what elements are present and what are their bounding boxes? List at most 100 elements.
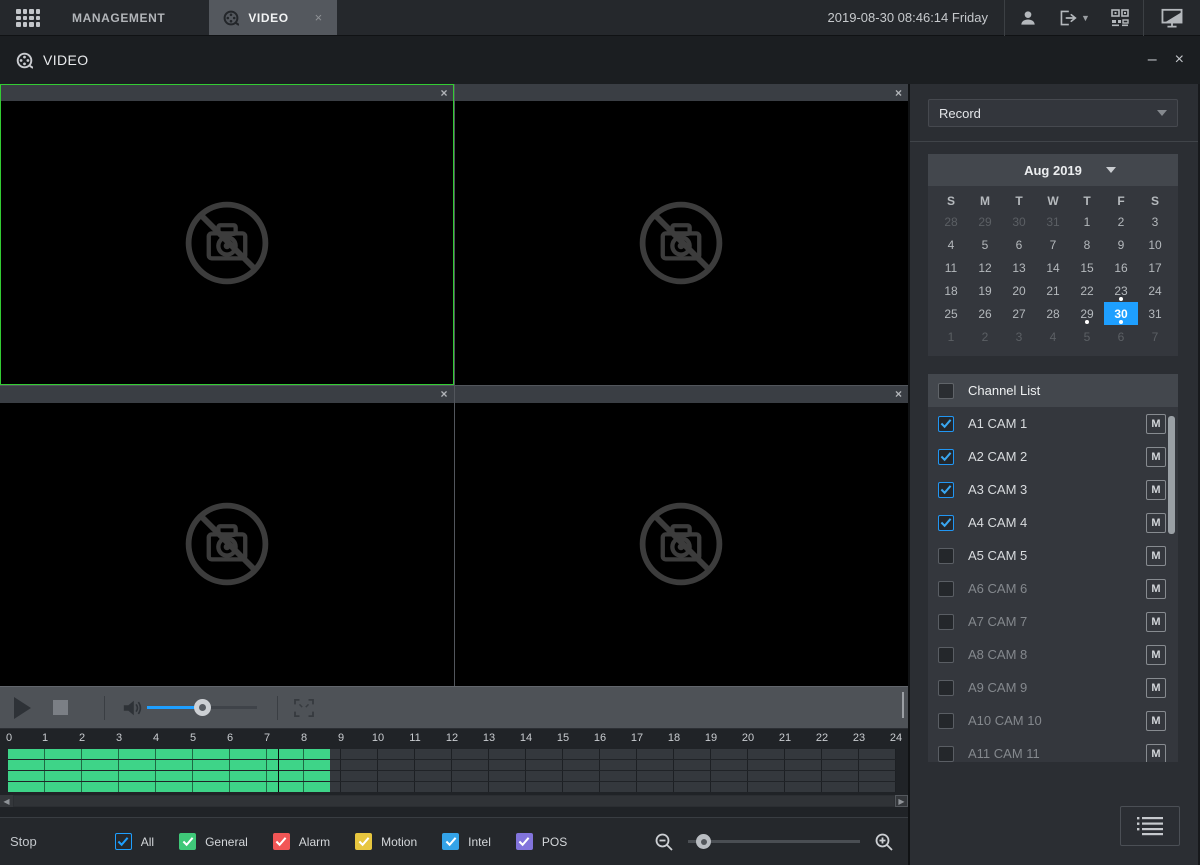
calendar-day[interactable]: 3 (1138, 210, 1172, 233)
user-icon[interactable] (1005, 8, 1051, 28)
calendar-day[interactable]: 21 (1036, 279, 1070, 302)
calendar-day[interactable]: 28 (934, 210, 968, 233)
scroll-left-icon[interactable]: ◀ (0, 795, 13, 807)
timeline-scrollbar[interactable]: ◀ ▶ (0, 795, 908, 807)
calendar-day[interactable]: 6 (1104, 325, 1138, 348)
calendar-day[interactable]: 5 (968, 233, 1002, 256)
calendar-day[interactable]: 30 (1104, 302, 1138, 325)
timeline-playhead[interactable] (278, 749, 279, 792)
list-view-button[interactable] (1120, 806, 1180, 846)
calendar-day[interactable]: 25 (934, 302, 968, 325)
calendar-day[interactable]: 3 (1002, 325, 1036, 348)
calendar-day[interactable]: 7 (1036, 233, 1070, 256)
timeline-channel-row[interactable] (8, 760, 896, 770)
channel-checkbox[interactable] (938, 548, 954, 564)
calendar-day[interactable]: 31 (1036, 210, 1070, 233)
calendar-day[interactable]: 20 (1002, 279, 1036, 302)
calendar-day[interactable]: 1 (1070, 210, 1104, 233)
monitor-button[interactable]: M (1146, 447, 1166, 467)
calendar-day[interactable]: 27 (1002, 302, 1036, 325)
timeline-rows[interactable] (8, 749, 896, 793)
channel-checkbox[interactable] (938, 515, 954, 531)
channel-checkbox[interactable] (938, 614, 954, 630)
select-all-checkbox[interactable] (938, 383, 954, 399)
monitor-button[interactable]: M (1146, 579, 1166, 599)
channel-checkbox[interactable] (938, 581, 954, 597)
calendar-month-selector[interactable]: Aug 2019 (928, 154, 1178, 186)
filter-checkbox-pos[interactable] (516, 833, 533, 850)
calendar-day[interactable]: 10 (1138, 233, 1172, 256)
filter-checkbox-motion[interactable] (355, 833, 372, 850)
monitor-button[interactable]: M (1146, 744, 1166, 763)
filter-checkbox-alarm[interactable] (273, 833, 290, 850)
controls-scrollbar-thumb[interactable] (902, 692, 904, 718)
calendar-day[interactable]: 14 (1036, 256, 1070, 279)
timeline-channel-row[interactable] (8, 782, 896, 792)
channel-checkbox[interactable] (938, 746, 954, 762)
timeline-channel-row[interactable] (8, 749, 896, 759)
panel-close-icon[interactable]: × (440, 87, 447, 99)
calendar-day[interactable]: 17 (1138, 256, 1172, 279)
zoom-out-icon[interactable] (654, 832, 674, 852)
stop-button[interactable] (53, 700, 68, 715)
calendar-day[interactable]: 18 (934, 279, 968, 302)
calendar-day[interactable]: 30 (1002, 210, 1036, 233)
calendar-day[interactable]: 29 (968, 210, 1002, 233)
qr-code-icon[interactable] (1097, 9, 1143, 27)
timeline-channel-row[interactable] (8, 771, 896, 781)
video-panel-1[interactable]: × (0, 84, 454, 385)
close-button[interactable]: × (1175, 51, 1184, 69)
calendar-day[interactable]: 31 (1138, 302, 1172, 325)
record-type-dropdown[interactable]: Record (928, 99, 1178, 127)
calendar-day[interactable]: 26 (968, 302, 1002, 325)
tab-video[interactable]: VIDEO × (209, 0, 337, 35)
monitor-button[interactable]: M (1146, 414, 1166, 434)
calendar-day[interactable]: 24 (1138, 279, 1172, 302)
calendar-day[interactable]: 5 (1070, 325, 1104, 348)
channel-checkbox[interactable] (938, 713, 954, 729)
calendar-day[interactable]: 7 (1138, 325, 1172, 348)
volume-slider[interactable] (147, 706, 257, 709)
calendar-day[interactable]: 16 (1104, 256, 1138, 279)
timeline-scrollbar-track[interactable] (14, 796, 894, 806)
speaker-icon[interactable] (121, 698, 143, 718)
calendar-day[interactable]: 13 (1002, 256, 1036, 279)
channel-list-scrollbar[interactable] (1168, 416, 1175, 534)
video-panel-2[interactable]: × (455, 84, 909, 385)
video-panel-4[interactable]: × (455, 386, 909, 687)
display-monitor-icon[interactable] (1144, 8, 1200, 28)
panel-close-icon[interactable]: × (895, 388, 902, 400)
volume-slider-knob[interactable] (194, 699, 211, 716)
scroll-right-icon[interactable]: ▶ (895, 795, 908, 807)
channel-checkbox[interactable] (938, 482, 954, 498)
logout-icon[interactable]: ▼ (1051, 9, 1097, 27)
channel-checkbox[interactable] (938, 449, 954, 465)
tab-management[interactable]: MANAGEMENT (54, 0, 183, 35)
calendar-day[interactable]: 2 (968, 325, 1002, 348)
calendar-day[interactable]: 1 (934, 325, 968, 348)
channel-checkbox[interactable] (938, 680, 954, 696)
calendar-day[interactable]: 11 (934, 256, 968, 279)
channel-checkbox[interactable] (938, 416, 954, 432)
play-button[interactable] (14, 697, 31, 719)
minimize-button[interactable]: – (1148, 51, 1157, 69)
video-panel-3[interactable]: × (0, 386, 454, 687)
channel-checkbox[interactable] (938, 647, 954, 663)
calendar-day[interactable]: 4 (1036, 325, 1070, 348)
calendar-day[interactable]: 2 (1104, 210, 1138, 233)
apps-grid-icon[interactable] (16, 9, 40, 27)
calendar-day[interactable]: 8 (1070, 233, 1104, 256)
calendar-day[interactable]: 23 (1104, 279, 1138, 302)
calendar-day[interactable]: 15 (1070, 256, 1104, 279)
filter-checkbox-general[interactable] (179, 833, 196, 850)
monitor-button[interactable]: M (1146, 480, 1166, 500)
filter-checkbox-intel[interactable] (442, 833, 459, 850)
calendar-day[interactable]: 19 (968, 279, 1002, 302)
monitor-button[interactable]: M (1146, 678, 1166, 698)
panel-close-icon[interactable]: × (895, 87, 902, 99)
calendar-day[interactable]: 29 (1070, 302, 1104, 325)
fullscreen-icon[interactable] (294, 699, 314, 717)
monitor-button[interactable]: M (1146, 513, 1166, 533)
monitor-button[interactable]: M (1146, 612, 1166, 632)
monitor-button[interactable]: M (1146, 645, 1166, 665)
